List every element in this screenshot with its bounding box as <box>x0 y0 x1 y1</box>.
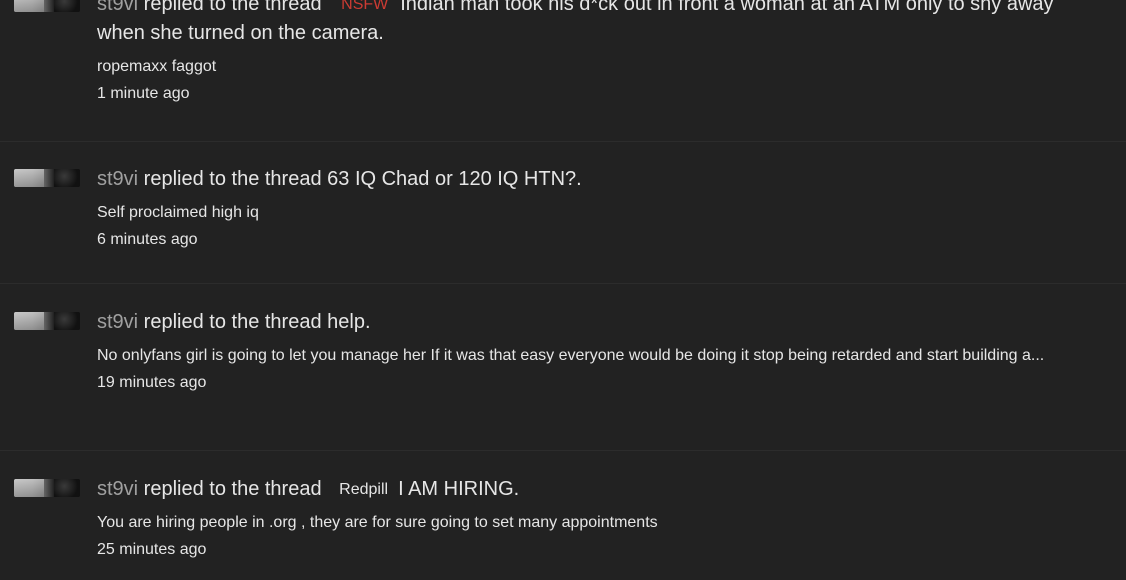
list-item: st9vi replied to the thread help. No onl… <box>0 284 1126 451</box>
avatar[interactable] <box>14 0 80 12</box>
activity-headline: st9vi replied to the thread help. <box>97 308 1090 337</box>
reply-snippet[interactable]: ropemaxx faggot <box>97 54 1090 79</box>
username-link[interactable]: st9vi <box>97 0 138 15</box>
list-item: st9vi replied to the thread 63 IQ Chad o… <box>0 142 1126 284</box>
reply-snippet[interactable]: No onlyfans girl is going to let you man… <box>97 343 1090 368</box>
thread-prefix-nsfw[interactable]: NSFW <box>341 0 388 19</box>
reply-snippet[interactable]: Self proclaimed high iq <box>97 200 1090 225</box>
timestamp: 25 minutes ago <box>97 541 207 558</box>
avatar[interactable] <box>14 169 80 187</box>
activity-feed: st9vi replied to the thread NSFW Indian m… <box>0 0 1126 580</box>
reply-snippet[interactable]: You are hiring people in .org , they are… <box>97 510 1090 535</box>
activity-headline: st9vi replied to the thread Redpill I AM … <box>97 475 1090 504</box>
activity-action: replied to the thread <box>138 311 328 333</box>
avatar[interactable] <box>14 312 80 330</box>
thread-prefix-redpill[interactable]: Redpill <box>339 475 388 504</box>
timestamp: 19 minutes ago <box>97 374 207 391</box>
activity-action: replied to the thread <box>138 478 328 500</box>
activity-headline: st9vi replied to the thread NSFW Indian m… <box>97 0 1090 48</box>
list-item: st9vi replied to the thread Redpill I AM … <box>0 451 1126 580</box>
activity-headline: st9vi replied to the thread 63 IQ Chad o… <box>97 165 1090 194</box>
list-item: st9vi replied to the thread NSFW Indian m… <box>0 0 1126 142</box>
timestamp: 6 minutes ago <box>97 231 198 248</box>
username-link[interactable]: st9vi <box>97 311 138 333</box>
thread-title-link[interactable]: 63 IQ Chad or 120 IQ HTN?. <box>327 168 582 190</box>
username-link[interactable]: st9vi <box>97 168 138 190</box>
activity-action: replied to the thread <box>138 168 328 190</box>
timestamp: 1 minute ago <box>97 85 190 102</box>
activity-action: replied to the thread <box>138 0 328 15</box>
username-link[interactable]: st9vi <box>97 478 138 500</box>
thread-title-link[interactable]: I AM HIRING. <box>398 478 519 500</box>
avatar[interactable] <box>14 479 80 497</box>
thread-title-link[interactable]: help. <box>327 311 370 333</box>
